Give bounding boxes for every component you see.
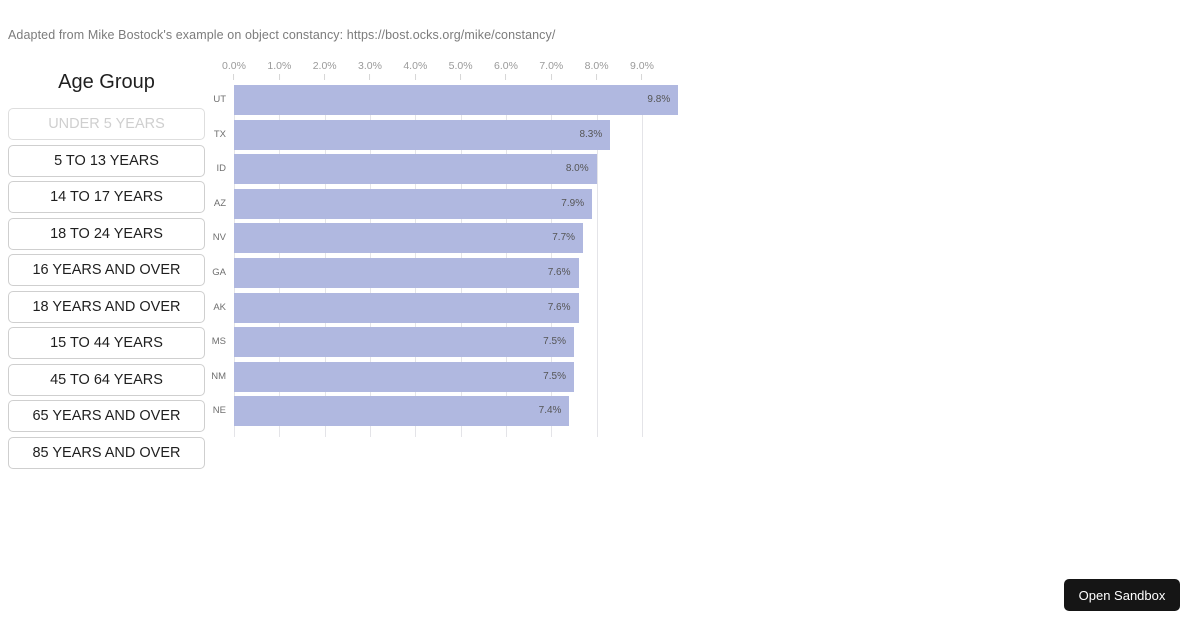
- x-axis-tick-mark-8: [596, 74, 598, 80]
- bar-NM: [234, 361, 574, 392]
- bar-NE: [234, 396, 570, 427]
- bar-row: TX 8.3%: [205, 119, 705, 150]
- x-axis-tick-mark-5: [460, 74, 462, 80]
- x-axis-tick-label-2: 2.0%: [312, 60, 337, 72]
- bar-category-label-NV: NV: [212, 232, 226, 244]
- bar-category-label-AZ: AZ: [213, 197, 226, 209]
- x-axis-tick-5: 5.0%: [449, 60, 473, 80]
- x-axis-tick-7: 7.0%: [539, 60, 563, 80]
- x-axis-tick-mark-7: [550, 74, 552, 80]
- sidebar-title: Age Group: [58, 71, 155, 93]
- bar-GA: [234, 258, 579, 288]
- bar-value-label-NM: 7.5%: [543, 370, 566, 382]
- bar-row: NE 7.4%: [205, 396, 705, 427]
- x-axis-tick-mark-3: [369, 74, 371, 80]
- bar-value-label-AK: 7.6%: [547, 301, 571, 313]
- bar-category-label-NE: NE: [212, 405, 226, 417]
- credit-text: Adapted from Mike Bostock's example on o…: [8, 28, 556, 42]
- bar-row: NV 7.7%: [205, 223, 705, 254]
- bar-chart: 0.0% 1.0% 2.0% 3.0% 4.0% 5.0% 6.0% 7.0% 8.0% 9.0%…: [205, 60, 705, 440]
- bar-value-label-AZ: 7.9%: [561, 197, 585, 209]
- bar-row: ID 8.0%: [205, 154, 705, 185]
- x-axis-tick-label-6: 6.0%: [494, 60, 518, 72]
- age-group-button-4[interactable]: 16 YEARS AND OVER: [8, 254, 205, 286]
- bar-category-label-AK: AK: [213, 301, 226, 313]
- age-group-button-6[interactable]: 15 TO 44 YEARS: [8, 327, 205, 359]
- x-axis-tick-4: 4.0%: [403, 60, 427, 80]
- x-axis-tick-label-0: 0.0%: [222, 60, 246, 72]
- x-axis-tick-mark-1: [278, 74, 280, 80]
- x-axis-tick-mark-2: [324, 74, 326, 80]
- bar-row: NM 7.5%: [205, 361, 705, 392]
- bar-NV: [234, 223, 584, 254]
- bar-row: GA 7.6%: [205, 258, 705, 288]
- x-axis-tick-mark-9: [641, 74, 643, 80]
- bar-row: AZ 7.9%: [205, 188, 705, 219]
- x-axis-tick-mark-0: [233, 74, 235, 80]
- bar-category-label-UT: UT: [213, 94, 226, 105]
- age-group-button-5[interactable]: 18 YEARS AND OVER: [8, 290, 205, 323]
- bar-value-label-MS: 7.5%: [543, 336, 566, 348]
- bar-category-label-MS: MS: [211, 336, 226, 348]
- age-group-button-9[interactable]: 85 YEARS AND OVER: [8, 436, 205, 469]
- open-sandbox-button[interactable]: Open Sandbox: [1064, 579, 1180, 611]
- x-axis-tick-8: 8.0%: [585, 60, 609, 80]
- age-group-button-3[interactable]: 18 TO 24 YEARS: [8, 217, 205, 250]
- age-group-button-2[interactable]: 14 TO 17 YEARS: [8, 181, 205, 213]
- bar-row: MS 7.5%: [205, 327, 705, 358]
- x-axis-tick-9: 9.0%: [630, 60, 654, 80]
- x-axis-tick-label-3: 3.0%: [358, 60, 382, 72]
- age-group-sidebar: Age Group UNDER 5 YEARS 5 TO 13 YEARS 14 T…: [8, 70, 205, 473]
- bar-category-label-TX: TX: [213, 128, 226, 140]
- x-axis-tick-2: 2.0%: [313, 60, 337, 80]
- x-axis-tick-6: 6.0%: [494, 60, 518, 80]
- bar-ID: [234, 154, 597, 185]
- age-group-button-7[interactable]: 45 TO 64 YEARS: [8, 363, 205, 396]
- bar-value-label-GA: 7.6%: [547, 267, 571, 278]
- x-axis-tick-label-8: 8.0%: [584, 60, 609, 72]
- bar-row: AK 7.6%: [205, 292, 705, 323]
- bar-AK: [234, 292, 579, 323]
- bar-category-label-GA: GA: [212, 267, 226, 278]
- bar-AZ: [234, 188, 593, 219]
- x-axis-tick-1: 1.0%: [267, 60, 291, 80]
- x-axis-tick-3: 3.0%: [358, 60, 382, 80]
- bar-UT: [234, 85, 679, 115]
- x-axis-tick-mark-6: [505, 74, 507, 80]
- bar-value-label-TX: 8.3%: [579, 128, 603, 140]
- bar-category-label-NM: NM: [211, 370, 226, 382]
- x-axis-tick-label-1: 1.0%: [267, 60, 292, 72]
- plot-area: UT 9.8% TX 8.3% ID 8.0% AZ 7.9% NV 7.7% GA 7.6% AK 7.…: [205, 85, 705, 440]
- x-axis-tick-0: 0.0%: [222, 60, 246, 80]
- age-group-button-1[interactable]: 5 TO 13 YEARS: [8, 144, 205, 177]
- bar-TX: [234, 119, 611, 150]
- x-axis-tick-label-9: 9.0%: [630, 60, 654, 72]
- age-group-button-list: UNDER 5 YEARS 5 TO 13 YEARS 14 TO 17 YEARS…: [8, 108, 205, 469]
- bar-row: UT 9.8%: [205, 85, 705, 115]
- x-axis-tick-label-4: 4.0%: [403, 60, 428, 72]
- bar-value-label-ID: 8.0%: [565, 163, 589, 175]
- bar-value-label-UT: 9.8%: [647, 94, 671, 105]
- bar-series: UT 9.8% TX 8.3% ID 8.0% AZ 7.9% NV 7.7% GA 7.6% AK 7.…: [205, 85, 705, 440]
- x-axis-tick-label-5: 5.0%: [448, 60, 473, 72]
- x-axis: 0.0% 1.0% 2.0% 3.0% 4.0% 5.0% 6.0% 7.0% 8.0% 9.0%: [205, 60, 705, 85]
- age-group-button-0: UNDER 5 YEARS: [8, 108, 205, 140]
- x-axis-tick-mark-4: [414, 74, 416, 80]
- bar-category-label-ID: ID: [216, 163, 227, 175]
- x-axis-tick-label-7: 7.0%: [539, 60, 564, 72]
- bar-value-label-NV: 7.7%: [552, 232, 576, 244]
- bar-value-label-NE: 7.4%: [538, 405, 562, 417]
- age-group-button-8[interactable]: 65 YEARS AND OVER: [8, 400, 205, 432]
- bar-MS: [234, 327, 574, 358]
